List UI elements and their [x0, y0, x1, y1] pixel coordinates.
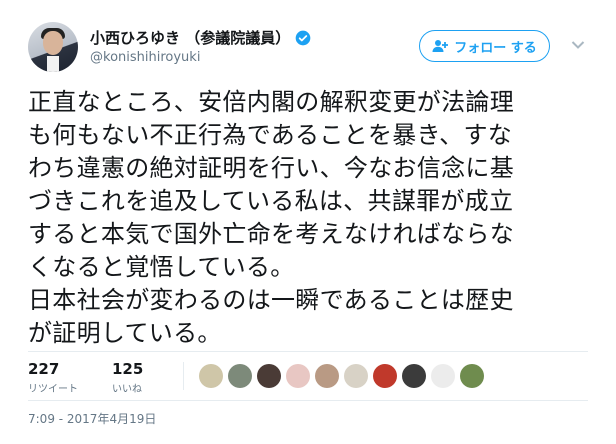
display-name-text[interactable]: 小西ひろゆき （参議院議員）: [90, 27, 290, 48]
like-count[interactable]: 125: [112, 360, 143, 378]
divider: [28, 351, 588, 352]
liker-avatar-10[interactable]: [460, 364, 484, 388]
follow-button-label: フォロー する: [454, 40, 537, 56]
tweet-line: すると本気で国外亡命を考えなければならな: [28, 220, 514, 248]
liker-avatar-5[interactable]: [315, 364, 339, 388]
retweet-stat[interactable]: 227 リツイート: [28, 360, 78, 395]
divider: [28, 400, 588, 401]
tweet-line: 正直なところ、安倍内閣の解釈変更が法論理: [28, 88, 514, 116]
liker-avatar-9[interactable]: [431, 364, 455, 388]
tweet-line: 日本社会が変わるのは一瞬であることは歴史: [28, 286, 514, 314]
verified-icon: [295, 30, 311, 45]
liker-avatar-2[interactable]: [228, 364, 252, 388]
tweet-line: づきこれを追及している私は、共謀罪が成立: [28, 187, 514, 215]
tweet-line: くなると覚悟している。: [28, 253, 295, 281]
timestamp[interactable]: 7:09 - 2017年4月19日: [28, 410, 156, 427]
liker-avatar-7[interactable]: [373, 364, 397, 388]
like-stat[interactable]: 125 いいね: [112, 360, 143, 395]
stat-divider: [183, 362, 184, 390]
like-label: いいね: [112, 384, 142, 395]
tweet-line: わち違憲の絶対証明を行い、今なお信念に基: [28, 154, 514, 182]
tweet-line: が証明している。: [28, 319, 222, 347]
chevron-down-icon[interactable]: [571, 40, 585, 50]
add-user-icon: [432, 40, 449, 52]
user-handle[interactable]: @konishihiroyuki: [90, 50, 200, 65]
tweet-text: 正直なところ、安倍内閣の解釈変更が法論理 も何もない不正行為であることを暴き、す…: [28, 86, 603, 350]
avatar-face: [43, 31, 63, 55]
liker-avatar-8[interactable]: [402, 364, 426, 388]
avatar-shirt: [47, 56, 59, 72]
retweet-count[interactable]: 227: [28, 360, 78, 378]
avatar[interactable]: [28, 22, 78, 72]
retweet-label: リツイート: [28, 384, 78, 395]
liker-avatars: [199, 364, 489, 388]
liker-avatar-6[interactable]: [344, 364, 368, 388]
display-name[interactable]: 小西ひろゆき （参議院議員）: [90, 27, 311, 48]
liker-avatar-4[interactable]: [286, 364, 310, 388]
liker-avatar-3[interactable]: [257, 364, 281, 388]
liker-avatar-1[interactable]: [199, 364, 223, 388]
tweet-line: も何もない不正行為であることを暴き、すな: [28, 121, 513, 149]
follow-button[interactable]: フォロー する: [419, 30, 550, 62]
